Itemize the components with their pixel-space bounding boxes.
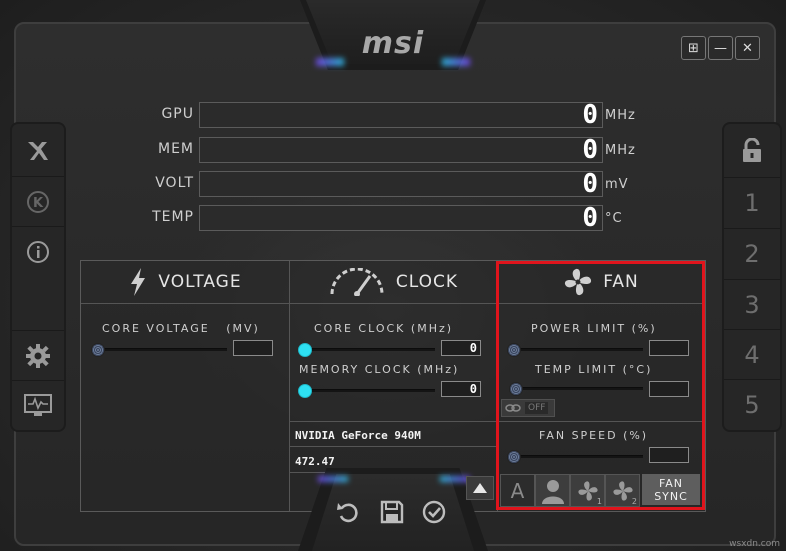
volt-value: 0 [582, 169, 598, 199]
gpu-name: NVIDIA GeForce 940M [295, 429, 421, 442]
memory-clock-slider-knob[interactable] [298, 384, 312, 398]
clock-title: CLOCK [395, 272, 459, 292]
core-voltage-slider-track[interactable] [95, 348, 227, 351]
apply-button[interactable] [420, 498, 448, 526]
memory-clock-label: MEMORY CLOCK (MHz) [299, 363, 460, 376]
monitoring-icon[interactable] [12, 380, 64, 431]
gpu-bar: 0 [199, 100, 603, 130]
clock-header: CLOCK [289, 261, 497, 304]
gpu-value: 0 [582, 100, 598, 130]
info-icon[interactable] [12, 226, 64, 277]
mem-label: MEM [157, 141, 194, 157]
voltage-section: VOLTAGE CORE VOLTAGE (MV) [81, 261, 289, 511]
profile-4-button[interactable]: 4 [724, 329, 780, 380]
mem-unit: MHz [605, 143, 636, 158]
memory-clock-input[interactable]: 0 [441, 381, 481, 397]
profile-5-button[interactable]: 5 [724, 379, 780, 430]
voltage-title: VOLTAGE [158, 272, 242, 292]
temp-value: 0 [582, 203, 598, 233]
temp-label: TEMP [152, 209, 194, 225]
site-watermark: wsxdn.com [729, 539, 780, 549]
apply-check-icon [422, 500, 446, 524]
msi-logo: msi [361, 26, 425, 61]
speedometer-icon [330, 268, 384, 296]
reset-button[interactable] [334, 498, 362, 526]
settings-gear-icon[interactable] [12, 330, 64, 381]
temp-bar: 0 [199, 203, 603, 233]
core-clock-slider-track[interactable] [303, 348, 435, 351]
volt-bar: 0 [199, 169, 603, 199]
mem-value: 0 [582, 135, 598, 165]
memory-clock-slider-track[interactable] [303, 389, 435, 392]
windows-icon[interactable]: ⊞ [681, 36, 706, 60]
core-voltage-label: CORE VOLTAGE (MV) [102, 322, 260, 335]
volt-label: VOLT [155, 175, 194, 191]
reset-icon [337, 503, 358, 523]
svg-text:K: K [33, 196, 44, 211]
divider [289, 446, 497, 447]
core-voltage-slider-knob[interactable] [91, 343, 105, 357]
core-clock-label: CORE CLOCK (MHz) [314, 322, 454, 335]
profile-1-button[interactable]: 1 [724, 177, 780, 228]
save-icon [380, 500, 404, 524]
action-glow-left [318, 476, 348, 482]
expand-button[interactable] [466, 476, 494, 500]
mem-bar: 0 [199, 135, 603, 165]
volt-unit: mV [605, 177, 629, 192]
profile-2-button[interactable]: 2 [724, 228, 780, 279]
profile-3-button[interactable]: 3 [724, 279, 780, 330]
fan-highlight-box [496, 261, 705, 510]
k-boost-icon[interactable]: K [12, 176, 64, 227]
temp-unit: °C [605, 211, 623, 226]
driver-version: 472.47 [295, 455, 335, 468]
divider [289, 421, 497, 422]
gpu-label: GPU [161, 106, 194, 122]
window-controls: ⊞ — ✕ [681, 36, 760, 60]
save-button[interactable] [378, 498, 406, 526]
lock-icon[interactable] [724, 126, 780, 176]
logo-glow-left [316, 58, 344, 66]
logo-glow-right [442, 58, 470, 66]
core-clock-slider-knob[interactable] [298, 343, 312, 357]
left-sidebar: K [10, 122, 66, 432]
kombustor-icon[interactable] [12, 126, 64, 176]
core-voltage-input[interactable] [233, 340, 273, 356]
lightning-icon [131, 268, 146, 296]
afterburner-window: msi ⊞ — ✕ K 1 2 3 4 5 GPU 0 MHz MEM 0 MH… [0, 0, 786, 551]
close-icon[interactable]: ✕ [735, 36, 760, 60]
core-clock-input[interactable]: 0 [441, 340, 481, 356]
voltage-header: VOLTAGE [81, 261, 289, 304]
gpu-unit: MHz [605, 108, 636, 123]
triangle-up-icon [473, 483, 487, 493]
right-sidebar: 1 2 3 4 5 [722, 122, 782, 432]
minimize-icon[interactable]: — [708, 36, 733, 60]
